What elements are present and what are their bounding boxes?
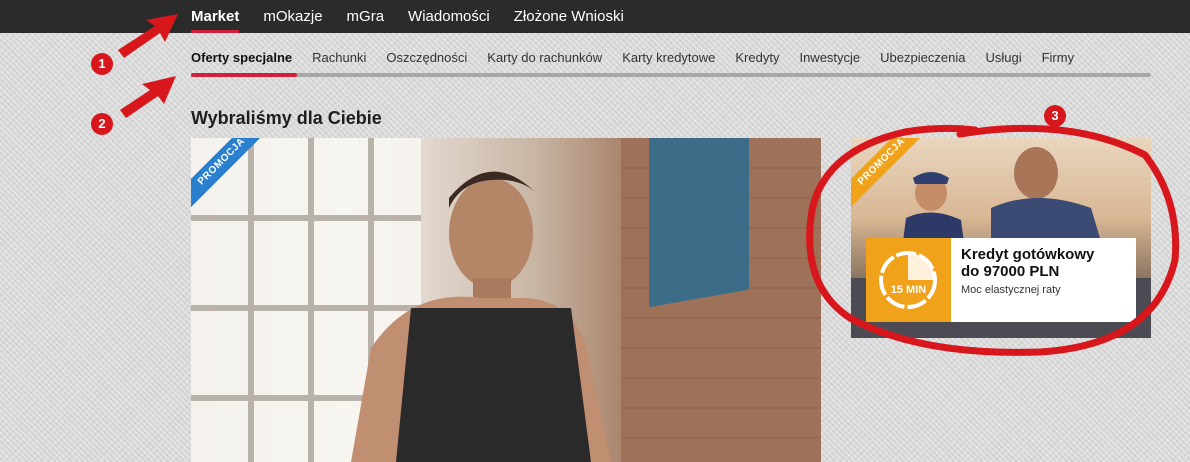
timer-label: 15 MIN (890, 284, 927, 296)
promo-credit-banner[interactable]: PROMOCJA 15 MIN Kredyt gotówkowy do 9700… (851, 138, 1151, 338)
tab-firmy[interactable]: Firmy (1042, 45, 1075, 71)
tab-karty-do-rachunkow[interactable]: Karty do rachunków (487, 45, 602, 71)
promo-ribbon-label: PROMOCJA (191, 138, 261, 208)
active-tab-indicator (191, 73, 297, 77)
annotation-badge-1: 1 (91, 53, 113, 75)
promo-title-line1: Kredyt gotówkowy (961, 246, 1095, 263)
top-nav-item-market[interactable]: Market (191, 0, 240, 33)
promo-ribbon: PROMOCJA (851, 138, 921, 208)
tab-oferty-specjalne[interactable]: Oferty specjalne (191, 45, 292, 71)
annotation-arrow-2 (120, 76, 176, 118)
top-nav: Market mOkazje mGra Wiadomości Złożone W… (191, 0, 648, 33)
section-title: Wybraliśmy dla Ciebie (191, 108, 382, 128)
tab-kredyty[interactable]: Kredyty (735, 45, 779, 71)
promo-title-line2: do 97000 PLN (961, 263, 1060, 280)
tabs-track (191, 73, 1151, 77)
promo-card: 15 MIN Kredyt gotówkowy do 97000 PLN Moc… (866, 238, 1136, 322)
timer-15-min-icon: 15 MIN (866, 238, 951, 322)
annotation-badge-2: 2 (91, 113, 113, 135)
hero-image (191, 138, 821, 462)
tab-karty-kredytowe[interactable]: Karty kredytowe (622, 45, 715, 71)
top-nav-item-mokazje[interactable]: mOkazje (263, 0, 322, 33)
top-nav-item-wiadomosci[interactable]: Wiadomości (408, 0, 490, 33)
tab-ubezpieczenia[interactable]: Ubezpieczenia (880, 45, 965, 71)
hero-offer-banner[interactable]: PROMOCJA (191, 138, 821, 462)
top-nav-item-mgra[interactable]: mGra (347, 0, 385, 33)
tab-inwestycje[interactable]: Inwestycje (799, 45, 860, 71)
annotation-badge-3: 3 (1044, 105, 1066, 127)
top-nav-item-zlozone-wnioski[interactable]: Złożone Wnioski (514, 0, 624, 33)
promo-ribbon-label: PROMOCJA (851, 138, 921, 208)
category-tabs: Oferty specjalne Rachunki Oszczędności K… (191, 45, 1151, 77)
tab-uslugi[interactable]: Usługi (985, 45, 1021, 71)
tab-rachunki[interactable]: Rachunki (312, 45, 366, 71)
promo-subtitle: Moc elastycznej raty (961, 284, 1061, 296)
top-navigation-bar: Market mOkazje mGra Wiadomości Złożone W… (0, 0, 1190, 33)
hero-ribbon: PROMOCJA (191, 138, 261, 208)
tab-oszczednosci[interactable]: Oszczędności (386, 45, 467, 71)
